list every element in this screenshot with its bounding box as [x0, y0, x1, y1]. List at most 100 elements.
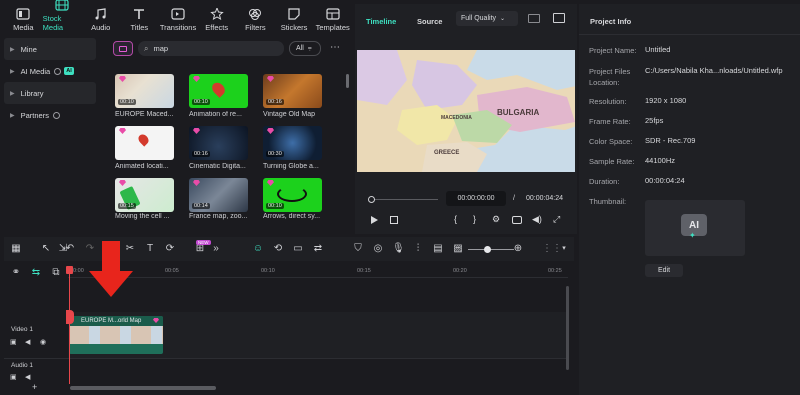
screen-icon[interactable]: ▭ [292, 243, 304, 255]
select-tool-icon[interactable]: ↖ [40, 243, 52, 255]
filter-dropdown[interactable]: All ⩦ [289, 41, 321, 56]
dropdown-icon[interactable]: ▾ [558, 243, 570, 255]
track-toggle-icon[interactable]: ⇆ [30, 267, 42, 279]
nav-templates[interactable]: Templates [313, 2, 352, 36]
zoom-slider-handle[interactable] [484, 246, 491, 253]
snapshot-icon[interactable] [553, 13, 565, 23]
nav-media[interactable]: Media [4, 2, 43, 36]
media-type-button[interactable] [113, 41, 133, 56]
sidebar-item-mine[interactable]: ▶ Mine [4, 38, 96, 60]
scrubber-handle[interactable] [368, 196, 375, 203]
audio-mixer-icon[interactable]: ⫶ [412, 243, 424, 255]
thumb-vintage-old-map[interactable]: 00:16 [263, 74, 322, 108]
link-icon[interactable]: ⚭ [10, 267, 22, 279]
thumb-animation-of-red-pin[interactable]: 00:10 [189, 74, 248, 108]
zoom-out-icon[interactable]: − [452, 243, 464, 255]
ruler-label: 00:05 [165, 268, 179, 274]
play-icon[interactable] [371, 216, 378, 224]
stock-icon [119, 45, 127, 52]
search-input[interactable]: ⌕ map [138, 41, 284, 56]
sidebar-item-ai-media[interactable]: ▶ AI Media AI [4, 60, 96, 82]
sidebar-item-partners[interactable]: ▶ Partners [4, 104, 96, 126]
arrow-path-icon [277, 186, 307, 202]
grid-icon[interactable]: ⋮⋮ [542, 243, 562, 255]
stop-icon[interactable] [390, 216, 398, 224]
settings-icon[interactable]: ⚙ [492, 214, 500, 225]
project-info-title: Project Info [590, 17, 632, 26]
nav-audio[interactable]: Audio [81, 2, 120, 36]
new-badge: NEW [196, 240, 211, 245]
quality-dropdown[interactable]: Full Quality ⌄ [456, 11, 518, 26]
more-tools-icon[interactable]: » [210, 243, 222, 255]
camera-icon[interactable] [512, 216, 522, 224]
mute-icon[interactable]: ◀ [25, 373, 30, 381]
nav-stickers[interactable]: Stickers [275, 2, 314, 36]
layout-icon[interactable]: ▦ [10, 243, 22, 255]
subtitle-icon[interactable]: ▤ [432, 243, 444, 255]
thumb-europe-macedonia[interactable]: 00:10 [115, 74, 174, 108]
thumb-france-map[interactable]: 00:14 [189, 178, 248, 212]
nav-stock-media[interactable]: Stock Media [43, 0, 82, 36]
mute-icon[interactable]: ◀ [25, 338, 30, 346]
timeline-scrollbar[interactable] [70, 386, 216, 390]
add-track-icon[interactable]: + [32, 382, 37, 392]
clip-header: EUROPE M...orld Map [69, 316, 163, 326]
mark-out-icon[interactable]: } [473, 214, 476, 224]
thumbnail-label: Thumbnail: [589, 197, 627, 206]
thumb-label: Vintage Old Map [263, 111, 316, 118]
zoom-in-icon[interactable]: ⊕ [512, 243, 524, 255]
thumb-animated-location[interactable] [115, 126, 174, 160]
map-pin-icon [136, 132, 151, 147]
eye-icon[interactable]: ◉ [40, 338, 46, 346]
video-preview: BULGARIA MACEDONIA GREECE [357, 50, 575, 172]
zoom-slider[interactable] [468, 249, 514, 250]
playback-scrubber[interactable] [370, 199, 438, 200]
tab-source[interactable]: Source [417, 17, 442, 26]
nav-transitions[interactable]: Transitions [159, 2, 198, 36]
track-settings-icon[interactable]: ⧉ [50, 267, 62, 279]
edit-thumbnail-button[interactable]: Edit [645, 264, 683, 277]
premium-icon [193, 180, 200, 186]
sidebar-item-library[interactable]: ▶ Library [4, 82, 96, 104]
marker-icon[interactable]: ◎ [372, 243, 384, 255]
volume-icon[interactable]: ◀) [532, 214, 542, 225]
project-thumbnail[interactable]: AI ✦ [645, 200, 745, 256]
nav-titles[interactable]: Titles [120, 2, 159, 36]
stock-media-icon [55, 0, 69, 11]
thumb-moving-the-cell[interactable]: 00:15 [115, 178, 174, 212]
folder-icon[interactable]: ▣ [10, 373, 17, 381]
thumb-label: Turning Globe a... [263, 163, 319, 170]
caret-right-icon: ▶ [10, 90, 15, 97]
premium-icon [119, 76, 126, 82]
thumb-arrows-direct[interactable]: 00:10 [263, 178, 322, 212]
fullscreen-icon[interactable]: ⤢ [553, 214, 560, 225]
speed-icon[interactable]: ⟲ [272, 243, 284, 255]
vertical-scrollbar[interactable] [566, 286, 569, 370]
transitions-icon [171, 8, 185, 20]
playhead-line[interactable] [69, 266, 70, 384]
frame-rate-value: 25fps [645, 116, 664, 125]
undo-icon[interactable]: ↶ [64, 243, 76, 255]
text-icon[interactable]: T [144, 243, 156, 255]
grid-view-icon[interactable] [528, 14, 540, 23]
media-scrollbar[interactable] [346, 74, 349, 88]
playhead-handle[interactable] [66, 266, 73, 274]
crop-icon[interactable]: ⟳ [164, 243, 176, 255]
replace-icon[interactable]: ⇄ [312, 243, 324, 255]
thumb-cinematic-digital[interactable]: 00:16 [189, 126, 248, 160]
folder-icon[interactable]: ▣ [10, 338, 17, 346]
tab-timeline[interactable]: Timeline [366, 17, 396, 26]
frame-rate-label: Frame Rate: [589, 117, 631, 126]
nav-filters[interactable]: Filters [236, 2, 275, 36]
thumb-turning-globe[interactable]: 00:30 [263, 126, 322, 160]
thumb-label: Arrows, direct sy... [263, 213, 321, 220]
playhead-marker [66, 310, 74, 324]
sample-rate-label: Sample Rate: [589, 157, 635, 166]
shield-icon[interactable]: ⛉ [352, 243, 364, 255]
mic-icon[interactable]: 🎙 [392, 243, 405, 255]
nav-effects[interactable]: Effects [197, 2, 236, 36]
video-clip[interactable]: EUROPE M...orld Map [69, 316, 163, 354]
mark-in-icon[interactable]: { [454, 214, 457, 224]
ai-copilot-icon[interactable]: ☺ [252, 243, 264, 255]
more-options-icon[interactable]: ⋯ [330, 42, 340, 53]
